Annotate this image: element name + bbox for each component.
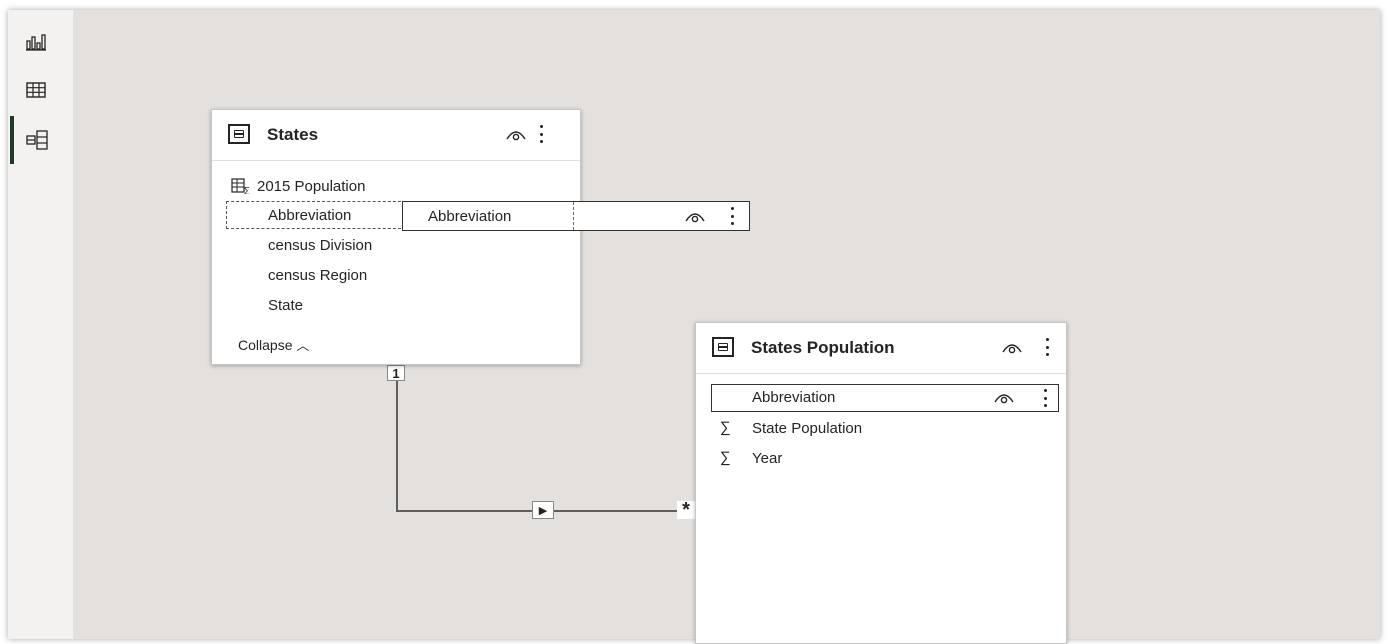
visibility-eye-icon[interactable] [1002, 341, 1022, 355]
table-icon [228, 124, 250, 144]
field-state-population[interactable]: State Population [752, 420, 862, 437]
relationship-one-badge: 1 [387, 365, 405, 381]
model-icon [26, 130, 48, 150]
visibility-eye-icon[interactable] [506, 128, 526, 142]
states-table-header[interactable]: States [212, 110, 580, 161]
dragged-field-ghost[interactable]: Abbreviation [402, 201, 750, 231]
bar-chart-icon [26, 34, 46, 51]
chevron-up-icon: ︿ [296, 338, 310, 353]
table-icon [712, 337, 734, 357]
field-census-division[interactable]: census Division [268, 237, 372, 254]
more-options-icon[interactable] [729, 207, 735, 225]
model-view-button[interactable] [8, 118, 73, 162]
field-abbreviation[interactable]: Abbreviation [752, 389, 835, 406]
model-view-window: 1 ▶ * States ∑ 2015 Population Abbreviat… [8, 10, 1380, 644]
cross-filter-direction-icon[interactable]: ▶ [532, 501, 554, 519]
states-table-card[interactable]: States ∑ 2015 Population Abbreviation ce… [211, 109, 581, 365]
collapse-button[interactable]: Collapse ︿ [238, 335, 309, 354]
more-options-icon[interactable] [538, 125, 544, 143]
view-rail [8, 10, 73, 639]
field-abbreviation[interactable]: Abbreviation [268, 207, 351, 224]
field-2015-population[interactable]: 2015 Population [257, 178, 365, 195]
states-population-table-card[interactable]: States Population Abbreviation ∑ State P… [695, 322, 1067, 644]
relationship-line-vertical[interactable] [396, 376, 398, 511]
hierarchy-sigma-icon: ∑ [231, 178, 250, 194]
sigma-icon: ∑ [720, 449, 731, 466]
dragged-field-label: Abbreviation [428, 208, 512, 225]
svg-text:∑: ∑ [244, 186, 250, 194]
states-population-table-header[interactable]: States Population [696, 323, 1066, 374]
states-table-title: States [267, 125, 319, 144]
field-state[interactable]: State [268, 297, 303, 314]
grid-icon [26, 82, 46, 98]
visibility-eye-icon[interactable] [685, 210, 705, 224]
relationship-many-badge: * [677, 500, 695, 520]
states-population-table-title: States Population [751, 338, 895, 357]
field-year[interactable]: Year [752, 450, 782, 467]
field-census-region[interactable]: census Region [268, 267, 367, 284]
more-options-icon[interactable] [1042, 389, 1048, 407]
table-view-button[interactable] [8, 68, 73, 112]
visibility-eye-icon[interactable] [994, 391, 1014, 405]
report-view-button[interactable] [8, 20, 73, 64]
more-options-icon[interactable] [1044, 338, 1050, 356]
sigma-icon: ∑ [720, 419, 731, 436]
